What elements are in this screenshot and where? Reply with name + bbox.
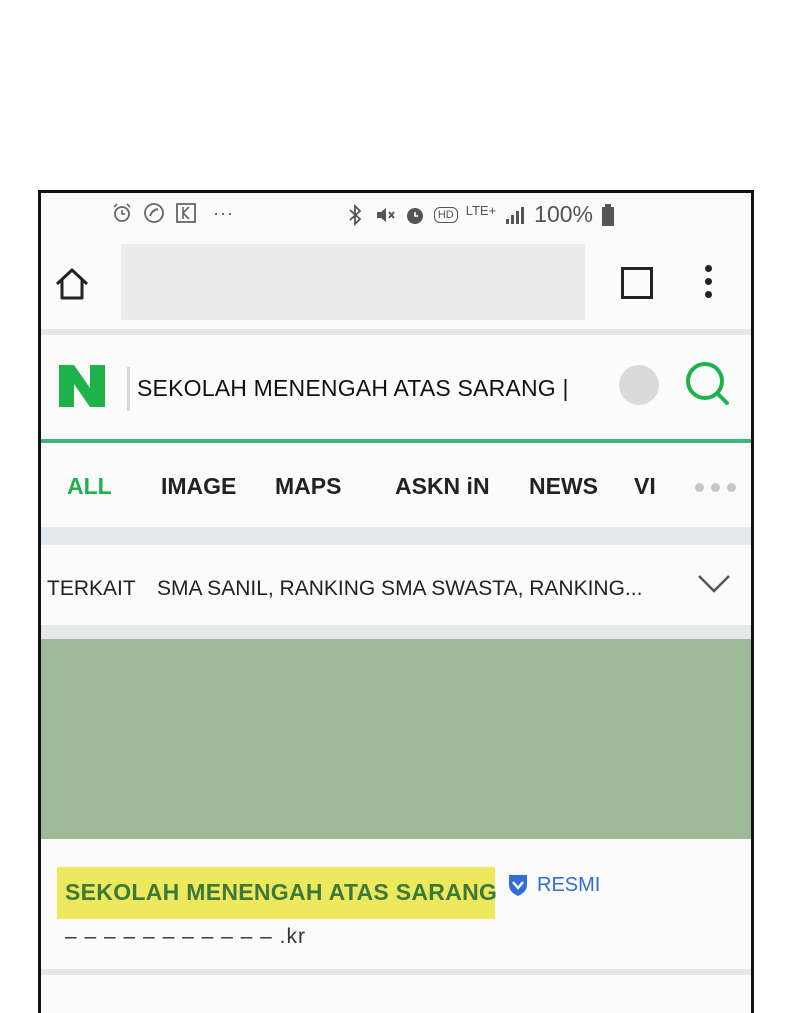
- more-tabs-icon[interactable]: [695, 483, 736, 492]
- result-url[interactable]: – – – – – – – – – – – .kr: [65, 925, 306, 949]
- search-separator: [127, 367, 130, 411]
- chevron-down-icon[interactable]: [697, 573, 731, 595]
- clear-search-button[interactable]: [619, 365, 659, 405]
- search-input[interactable]: SEKOLAH MENENGAH ATAS SARANG |: [137, 375, 569, 402]
- home-icon[interactable]: [53, 265, 91, 303]
- tab-image[interactable]: IMAGE: [161, 473, 236, 500]
- status-bar-right: HD LTE+ 100%: [344, 201, 615, 228]
- mute-icon: [376, 207, 395, 222]
- status-bar: ··· HD LTE+ 100%: [41, 193, 751, 235]
- search-header: SEKOLAH MENENGAH ATAS SARANG |: [41, 335, 751, 435]
- search-tabs: ALL IMAGE MAPS ASKN iN NEWS VI: [41, 443, 751, 527]
- battery-percent: 100%: [534, 201, 593, 227]
- result-title-highlight[interactable]: SEKOLAH MENENGAH ATAS SARANG: [57, 867, 497, 919]
- related-label: TERKAIT: [47, 577, 136, 600]
- status-bar-left: ···: [111, 202, 234, 224]
- alarm-icon: [406, 207, 423, 224]
- banner-image: [41, 639, 751, 839]
- phone-screen: ··· HD LTE+ 100% SEKOLAH MENENGAH ATAS S…: [38, 190, 754, 1013]
- hd-icon: HD: [433, 206, 458, 223]
- related-searches: TERKAIT SMA SANIL, RANKING SMA SWASTA, R…: [41, 545, 751, 625]
- divider: [41, 969, 751, 975]
- search-result: SEKOLAH MENENGAH ATAS SARANG RESMI – – –…: [41, 839, 751, 969]
- app-icon: [176, 203, 196, 223]
- more-vert-icon[interactable]: [703, 265, 713, 305]
- tabs-icon[interactable]: [621, 267, 653, 299]
- browser-toolbar: [41, 235, 751, 329]
- result-title[interactable]: SEKOLAH MENENGAH ATAS SARANG: [65, 879, 497, 906]
- naver-logo[interactable]: [59, 365, 105, 407]
- tab-askn-in[interactable]: ASKN iN: [395, 473, 490, 500]
- bluetooth-icon: [349, 203, 362, 226]
- signal-icon: [506, 206, 525, 224]
- related-items[interactable]: SMA SANIL, RANKING SMA SWASTA, RANKING..…: [157, 577, 642, 601]
- official-badge: RESMI: [507, 873, 600, 897]
- tab-maps[interactable]: MAPS: [275, 473, 341, 500]
- call-icon: [144, 203, 164, 223]
- tab-all[interactable]: ALL: [67, 473, 112, 500]
- tab-news[interactable]: NEWS: [529, 473, 598, 500]
- official-label: RESMI: [537, 873, 601, 896]
- verified-shield-icon: [509, 875, 527, 896]
- battery-icon: [602, 203, 614, 226]
- divider: [41, 625, 751, 639]
- tab-vi[interactable]: VI: [634, 473, 656, 500]
- url-bar[interactable]: [121, 244, 585, 320]
- alarm-icon: [113, 203, 131, 222]
- lte-icon: LTE+: [465, 203, 497, 218]
- search-icon[interactable]: [683, 359, 733, 409]
- divider: [41, 527, 751, 545]
- more-notifications-icon: ···: [213, 202, 234, 223]
